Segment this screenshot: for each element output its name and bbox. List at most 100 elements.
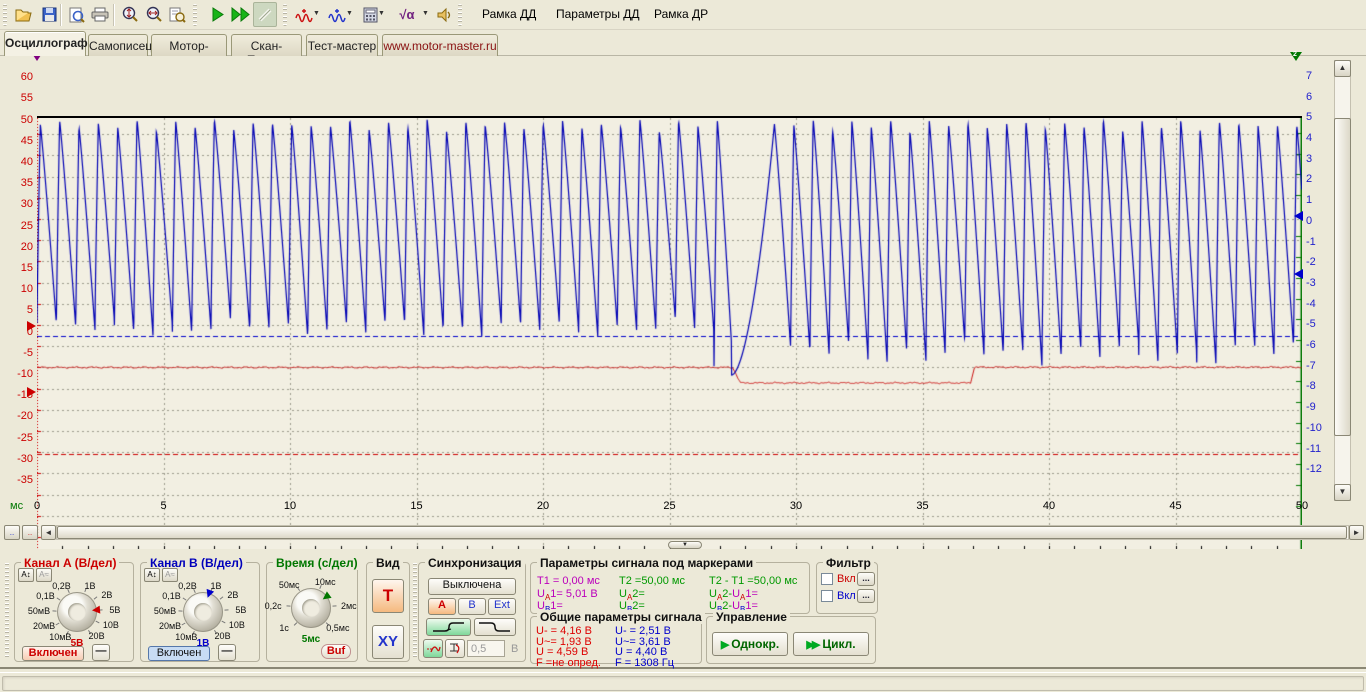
erase-button[interactable] [253,2,277,27]
channel-b-invert-button[interactable]: — [218,644,236,661]
zoom-vertical-button[interactable] [117,2,141,27]
cycle-button[interactable]: ▶▶ Цикл. [793,632,869,656]
y-right-tick-label: 7 [1306,70,1312,82]
channel-b-wave-dropdown[interactable]: ▼ [345,10,354,20]
filter-a-more-button[interactable]: ... [857,572,875,586]
tab-5[interactable]: Тест-мастер [306,34,378,56]
open-folder-icon [15,8,33,22]
single-shot-button[interactable]: ▶ Однокр. [712,632,788,656]
channel-a-coupling-ac-button[interactable]: A≈ [36,568,52,582]
channel-a-coupling-dc-button[interactable]: A↕ [18,568,34,582]
buffer-button[interactable]: Buf [321,644,351,659]
y-left-tick-label: 55 [7,92,33,104]
sync-rising-edge-button[interactable] [426,618,471,636]
sync-source-b-button[interactable]: B [458,598,486,615]
scroll-up-button[interactable]: ▲ [1334,60,1351,77]
control-title: Управление [713,610,790,624]
knob-center [302,599,320,617]
knob-tick [178,611,182,612]
filter-b-checkbox[interactable] [821,590,833,602]
control-group: Управление ▶ Однокр. ▶▶ Цикл. [706,616,876,664]
save-button[interactable] [37,2,61,27]
calculator-dropdown[interactable]: ▼ [377,10,386,20]
panel-grip[interactable] [5,563,9,659]
sync-off-button[interactable]: Выключена [428,578,516,595]
tab-1[interactable]: Осциллограф [4,31,86,56]
open-file-button[interactable] [12,2,36,27]
tab-3[interactable]: Мотор-тестер [151,34,227,56]
channel-b-trigger-marker[interactable] [1294,269,1303,279]
scroll-left-button[interactable]: ◄ [41,525,56,540]
print-button[interactable] [88,2,112,27]
channel-a-wave-dropdown[interactable]: ▼ [312,10,321,20]
y-left-tick-label: 5 [7,304,33,316]
toolbar-grip[interactable] [283,4,287,26]
sync-source-a-button[interactable]: A [428,598,456,615]
math-sqrt-button[interactable]: √α [392,2,422,27]
vertical-scroll-thumb[interactable] [1334,118,1351,436]
knob-scale-label: 0,1В [36,591,55,601]
scroll-down-button[interactable]: ▼ [1334,484,1351,501]
y-left-tick-label: 35 [7,177,33,189]
scroll-right-button[interactable]: ► [1349,525,1364,540]
view-group: Вид T XY [366,562,410,662]
knob-tick [224,609,228,610]
print-preview-button[interactable] [64,2,88,27]
y-right-tick-label: -10 [1306,422,1322,434]
knob-scale-label: 20В [215,631,231,641]
tab-4[interactable]: Скан-Тестер [231,34,302,56]
view-time-button[interactable]: T [372,579,404,613]
marker-2-handle[interactable]: 2 [1290,52,1302,61]
knob-pointer[interactable] [92,606,101,615]
knob-scale-label: 2В [101,590,112,600]
channel-a-trigger-marker[interactable] [27,387,36,397]
panel-grip[interactable] [413,563,417,659]
menu-ramka-dd[interactable]: Рамка ДД [478,7,540,23]
sync-falling-edge-button[interactable] [474,618,516,636]
math-dropdown[interactable]: ▼ [421,10,430,20]
filter-a-checkbox[interactable] [821,573,833,585]
knob-scale-label: 1В [84,581,95,591]
channel-b-coupling-dc-button[interactable]: A↕ [144,568,160,582]
marker-1-goto-button[interactable]: .. [4,525,20,540]
toolbar-grip[interactable] [193,4,197,26]
sound-button[interactable] [433,2,457,27]
toolbar-grip[interactable] [458,4,462,26]
menu-ramka-dr[interactable]: Рамка ДР [650,7,712,23]
knob-scale-label: 50мВ [28,606,50,616]
start-cycle-button[interactable] [229,2,253,27]
knob-scale-label: 5В [109,605,120,615]
view-xy-button[interactable]: XY [372,625,404,659]
tab-6[interactable]: www.motor-master.ru [382,34,498,56]
channel-b-coupling-ac-button[interactable]: A≈ [162,568,178,582]
channel-a-zero-marker[interactable] [27,321,36,331]
y-left-tick-label: -25 [7,432,33,444]
filter-b-more-button[interactable]: ... [857,589,875,603]
sync-mode-auto-button[interactable] [423,639,443,658]
y-left-tick-label: -20 [7,410,33,422]
knob-tick [56,598,60,601]
zoom-page-button[interactable] [165,2,189,27]
channel-a-invert-button[interactable]: — [92,644,110,661]
sync-level-icon [448,642,463,655]
knob-scale-label: 50мВ [154,606,176,616]
toolbar-grip[interactable] [3,4,7,26]
collapse-panel-button[interactable]: ▼ [668,541,702,549]
marker-2-goto-button[interactable]: .. [22,525,38,540]
print-preview-icon [68,7,85,23]
knob-scale-label: 0,1В [162,591,181,601]
horizontal-scroll-thumb[interactable] [57,526,1347,539]
menu-parametry-dd[interactable]: Параметры ДД [552,7,644,23]
channel-b-zero-marker[interactable] [1294,211,1303,221]
start-button[interactable] [206,2,230,27]
zoom-page-icon [169,7,186,23]
y-left-tick-label: -5 [7,347,33,359]
tab-2[interactable]: Самописец [88,34,148,56]
zoom-horizontal-button[interactable] [141,2,165,27]
knob-scale-label: 0,2В [52,581,71,591]
sync-source-ext-button[interactable]: Ext [488,598,516,615]
sync-mode-level-button[interactable] [445,639,465,658]
channel-a-group: Канал A (В/дел) A↕ A≈ Включен — 10мВ20мВ… [14,562,134,662]
sync-level-input[interactable] [467,640,505,657]
knob-scale-label: 10мс [315,577,336,587]
